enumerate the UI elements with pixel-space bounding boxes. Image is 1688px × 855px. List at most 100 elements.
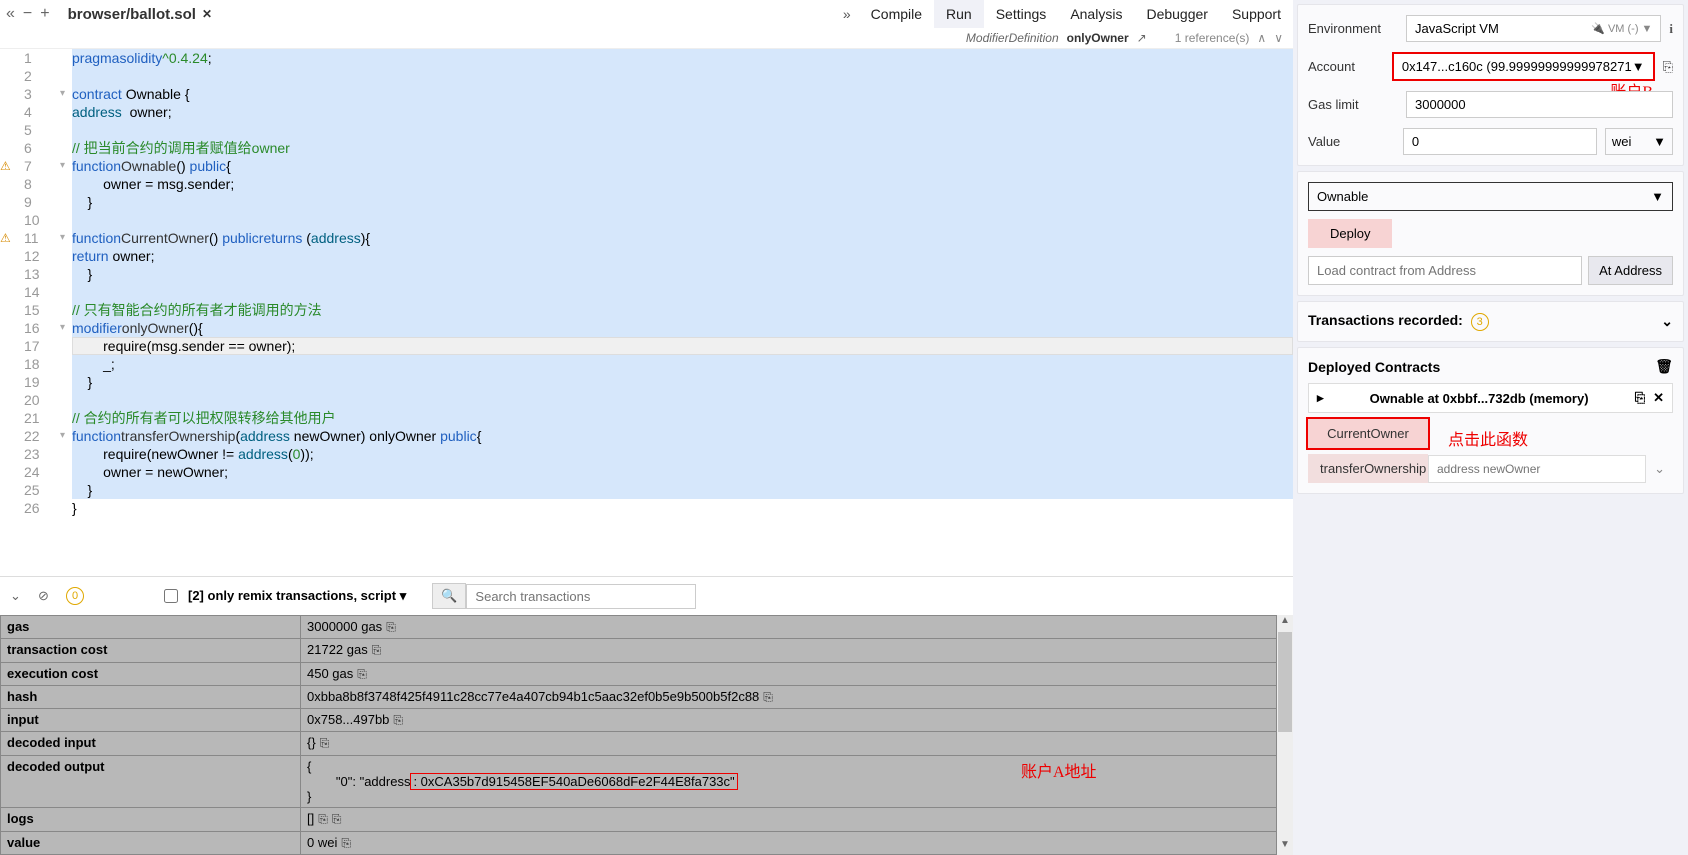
panel-collapse-icon[interactable]: «: [6, 5, 15, 23]
code-line[interactable]: }: [72, 499, 1293, 517]
code-info-bar: ModifierDefinition onlyOwner ↗ 1 referen…: [0, 28, 1293, 49]
at-address-button[interactable]: At Address: [1588, 256, 1673, 285]
tab-compile[interactable]: Compile: [859, 0, 934, 28]
chevron-down-icon[interactable]: ⌄: [1646, 461, 1673, 477]
code-line[interactable]: [72, 283, 1293, 301]
code-line[interactable]: function transferOwnership(address newOw…: [72, 427, 1293, 445]
annotation-click-fn: 点击此函数: [1448, 426, 1528, 450]
code-line[interactable]: // 只有智能合约的所有者才能调用的方法: [72, 301, 1293, 319]
transferownership-input[interactable]: [1428, 455, 1646, 483]
code-line[interactable]: _;: [72, 355, 1293, 373]
tab-debugger[interactable]: Debugger: [1134, 0, 1220, 28]
currentowner-button[interactable]: CurrentOwner: [1308, 419, 1428, 448]
file-tab-label: browser/ballot.sol: [68, 6, 196, 23]
filter-label[interactable]: [2] only remix transactions, script ▾: [188, 588, 406, 604]
scroll-down-icon[interactable]: ▼: [1277, 839, 1293, 855]
contract-select[interactable]: Ownable▼: [1308, 182, 1673, 211]
copy-icon[interactable]: ⎘: [320, 736, 330, 750]
code-line[interactable]: [72, 121, 1293, 139]
chevron-down-icon[interactable]: ∨: [1274, 31, 1283, 45]
code-line[interactable]: // 把当前合约的调用者赋值给owner: [72, 139, 1293, 157]
filter-checkbox[interactable]: [164, 589, 178, 603]
caret-down-icon: ▾: [400, 588, 407, 603]
code-line[interactable]: owner = newOwner;: [72, 463, 1293, 481]
table-row: decoded input{}⎘: [1, 732, 1277, 755]
code-line[interactable]: owner = msg.sender;: [72, 175, 1293, 193]
copy-icon[interactable]: ⎘: [341, 836, 351, 850]
contract-instance-header[interactable]: ▸ Ownable at 0xbbf...732db (memory) ⎘ ✕: [1308, 383, 1673, 413]
code-line[interactable]: }: [72, 481, 1293, 499]
code-line[interactable]: function CurrentOwner() public returns (…: [72, 229, 1293, 247]
pending-badge: 0: [66, 587, 84, 605]
code-line[interactable]: require(newOwner != address(0));: [72, 445, 1293, 463]
copy-icon[interactable]: ⎘: [1663, 59, 1673, 75]
scroll-thumb[interactable]: [1278, 632, 1292, 732]
copy-icon[interactable]: ⎘: [1635, 390, 1645, 406]
code-line[interactable]: [72, 67, 1293, 85]
close-icon[interactable]: ✕: [1653, 390, 1664, 406]
code-line[interactable]: // 合约的所有者可以把权限转移给其他用户: [72, 409, 1293, 427]
copy-icon[interactable]: ⎘: [763, 690, 773, 704]
caret-right-icon[interactable]: ▸: [1317, 390, 1324, 406]
code-line[interactable]: }: [72, 193, 1293, 211]
copy-icon[interactable]: ⎘: [393, 713, 403, 727]
deploy-button[interactable]: Deploy: [1308, 219, 1392, 248]
panel-minus-icon[interactable]: −: [23, 5, 32, 23]
value-unit-select[interactable]: wei▼: [1605, 128, 1673, 155]
tx-recorded-header[interactable]: Transactions recorded: 3 ⌄: [1308, 312, 1673, 331]
references-count[interactable]: 1 reference(s): [1175, 31, 1250, 45]
close-icon[interactable]: ✕: [202, 7, 212, 21]
tx-details-table: gas3000000 gas⎘transaction cost21722 gas…: [0, 615, 1277, 855]
copy-icon[interactable]: ⎘: [386, 620, 396, 634]
clear-icon[interactable]: ⊘: [38, 588, 56, 604]
terminal-scrollbar[interactable]: ▲ ▼: [1277, 615, 1293, 855]
console-toolbar: ⌄ ⊘ 0 [2] only remix transactions, scrip…: [0, 576, 1293, 615]
gaslimit-input[interactable]: [1406, 91, 1673, 118]
tab-settings[interactable]: Settings: [984, 0, 1059, 28]
tab-support[interactable]: Support: [1220, 0, 1293, 28]
code-line[interactable]: modifier onlyOwner(){: [72, 319, 1293, 337]
panel-plus-icon[interactable]: +: [40, 5, 49, 23]
copy-icon[interactable]: ⎘: [332, 812, 342, 826]
environment-select[interactable]: JavaScript VM 🔌VM (-) ▼: [1406, 15, 1661, 42]
tab-run[interactable]: Run: [934, 0, 984, 28]
code-editor[interactable]: ⚠⚠12345678910111213141516171819202122232…: [0, 49, 1293, 576]
scroll-up-icon[interactable]: ▲: [1277, 615, 1293, 631]
search-icon[interactable]: 🔍: [432, 583, 466, 609]
copy-icon[interactable]: ⎘: [372, 643, 382, 657]
tab-analysis[interactable]: Analysis: [1058, 0, 1134, 28]
value-input[interactable]: [1403, 128, 1597, 155]
search-input[interactable]: [466, 584, 696, 609]
code-line[interactable]: return owner;: [72, 247, 1293, 265]
gaslimit-label: Gas limit: [1308, 97, 1398, 112]
info-icon[interactable]: i: [1669, 21, 1673, 37]
table-row: transaction cost21722 gas⎘: [1, 639, 1277, 662]
code-line[interactable]: pragma solidity ^0.4.24;: [72, 49, 1293, 67]
chevron-down-icon[interactable]: ⌄: [1661, 313, 1673, 330]
code-line[interactable]: require(msg.sender == owner);: [72, 337, 1293, 355]
code-line[interactable]: [72, 211, 1293, 229]
chevron-right-icon[interactable]: »: [835, 6, 859, 22]
copy-icon[interactable]: ⎘: [357, 667, 367, 681]
code-line[interactable]: address owner;: [72, 103, 1293, 121]
code-line[interactable]: }: [72, 265, 1293, 283]
transferownership-button[interactable]: transferOwnership: [1308, 454, 1428, 483]
symbol-name: onlyOwner: [1067, 31, 1129, 45]
trash-icon[interactable]: 🗑: [1655, 358, 1673, 375]
load-address-input[interactable]: [1308, 256, 1582, 285]
code-line[interactable]: }: [72, 373, 1293, 391]
code-line[interactable]: function Ownable() public{: [72, 157, 1293, 175]
value-label: Value: [1308, 134, 1395, 149]
table-row: value0 wei⎘: [1, 831, 1277, 854]
account-label: Account: [1308, 59, 1384, 74]
expand-down-icon[interactable]: ⌄: [10, 588, 28, 604]
deployed-contracts-label: Deployed Contracts: [1308, 359, 1440, 375]
file-tab[interactable]: browser/ballot.sol ✕: [56, 2, 224, 27]
code-line[interactable]: contract Ownable {: [72, 85, 1293, 103]
copy-icon[interactable]: ⎘: [318, 812, 328, 826]
plug-icon: 🔌: [1591, 22, 1605, 35]
share-icon[interactable]: ↗: [1137, 31, 1147, 45]
chevron-up-icon[interactable]: ∧: [1257, 31, 1266, 45]
account-select[interactable]: 0x147...c160c (99.99999999999978271 ▼: [1392, 52, 1655, 81]
code-line[interactable]: [72, 391, 1293, 409]
